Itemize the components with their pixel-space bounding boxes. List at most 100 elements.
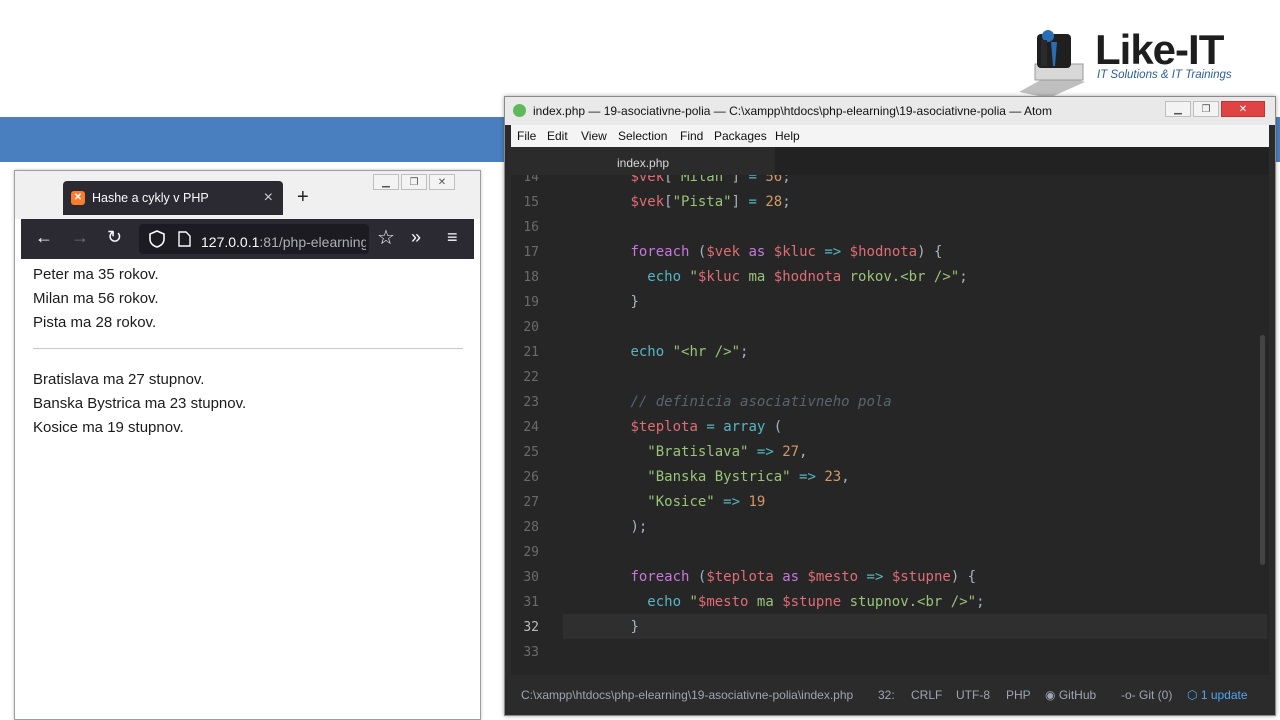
atom-editor-window: index.php — 19-asociativne-polia — C:\xa… (504, 96, 1276, 716)
restore-icon[interactable]: ❐ (1193, 101, 1219, 117)
line-number: 15 (523, 195, 539, 210)
package-icon: ⬡ (1187, 688, 1198, 702)
code-line: echo "<hr />"; (630, 344, 749, 360)
atom-window-controls: ▁ ❐ ✕ (1165, 101, 1265, 117)
code-line: foreach ($vek as $kluc => $hodnota) { (630, 244, 943, 260)
line-number: 28 (523, 520, 539, 535)
url-host: 127.0.0.1 (201, 234, 260, 250)
status-file-path[interactable]: C:\xampp\htdocs\php-elearning\19-asociat… (521, 688, 853, 702)
line-number: 14 (523, 175, 539, 185)
output-line: Milan ma 56 rokov. (33, 290, 159, 307)
line-number: 20 (523, 320, 539, 335)
menu-selection[interactable]: Selection (618, 129, 667, 143)
line-number: 31 (523, 595, 539, 610)
editor-scrollbar[interactable] (1260, 335, 1265, 565)
output-line: Pista ma 28 rokov. (33, 314, 157, 331)
status-git[interactable]: -o- Git (0) (1121, 688, 1172, 702)
code-line: "Banska Bystrica" => 23, (647, 469, 850, 485)
code-line: echo "$mesto ma $stupne stupnov.<br />"; (647, 594, 985, 610)
menu-help[interactable]: Help (775, 129, 800, 143)
menu-view[interactable]: View (581, 129, 607, 143)
code-line: } (630, 619, 639, 635)
logo-subtitle: IT Solutions & IT Trainings (1097, 69, 1232, 81)
status-github-label: GitHub (1058, 688, 1097, 702)
reload-icon[interactable]: ↻ (107, 227, 122, 248)
xampp-favicon-icon: ✕ (71, 191, 85, 205)
new-tab-button[interactable]: + (297, 186, 309, 209)
shield-icon[interactable] (149, 230, 165, 248)
line-number: 19 (523, 295, 539, 310)
hamburger-menu-icon[interactable]: ≡ (447, 227, 458, 248)
line-number: 26 (523, 470, 539, 485)
back-arrow-icon[interactable]: ← (35, 227, 53, 248)
atom-status-bar: C:\xampp\htdocs\php-elearning\19-asociat… (511, 680, 1269, 708)
code-line: "Kosice" => 19 (647, 494, 766, 510)
github-icon: ◉ (1045, 688, 1056, 702)
logo-figure-icon (1019, 30, 1085, 98)
status-update[interactable]: ⬡ 1 update (1187, 688, 1248, 702)
line-number: 30 (523, 570, 539, 585)
code-line: $vek["Milan"] = 56; (630, 175, 791, 185)
atom-window-title: index.php — 19-asociativne-polia — C:\xa… (533, 104, 1052, 118)
menu-packages[interactable]: Packages (714, 129, 767, 143)
url-bar[interactable]: 127.0.0.1:81/php-elearning (139, 224, 369, 254)
line-number-gutter: 14 15 16 17 18 19 20 21 22 23 24 25 26 2… (511, 175, 549, 675)
browser-window-controls: ▁ ❐ ✕ (373, 174, 455, 190)
current-line-highlight (563, 614, 1267, 639)
close-window-icon[interactable]: ✕ (1221, 101, 1265, 117)
code-line: $teplota = array ( (630, 419, 783, 435)
logo-title: Like-IT (1095, 26, 1224, 73)
url-path: :81/php-elearning (259, 234, 366, 250)
code-editor[interactable]: 14 15 16 17 18 19 20 21 22 23 24 25 26 2… (511, 175, 1269, 675)
menu-edit[interactable]: Edit (547, 129, 568, 143)
atom-tabbar: index.php (511, 147, 1269, 175)
tab-close-icon[interactable]: × (264, 189, 273, 207)
minimize-icon[interactable]: ▁ (373, 174, 399, 190)
code-line: foreach ($teplota as $mesto => $stupne) … (630, 569, 977, 585)
status-github[interactable]: ◉ GitHub (1045, 688, 1096, 702)
minimize-icon[interactable]: ▁ (1165, 101, 1191, 117)
restore-icon[interactable]: ❐ (401, 174, 427, 190)
code-line: "Bratislava" => 27, (647, 444, 808, 460)
url-text[interactable]: 127.0.0.1:81/php-elearning (201, 234, 366, 250)
code-line: // definicia asociativneho pola (630, 394, 892, 410)
line-number: 23 (523, 395, 539, 410)
status-encoding[interactable]: UTF-8 (956, 688, 990, 702)
line-number: 24 (523, 420, 539, 435)
output-line: Kosice ma 19 stupnov. (33, 419, 184, 436)
browser-titlebar: ✕ Hashe a cykly v PHP × + ▁ ❐ ✕ (15, 171, 480, 219)
like-it-logo: Like-IT IT Solutions & IT Trainings (1015, 26, 1255, 98)
menu-file[interactable]: File (517, 129, 536, 143)
browser-tab[interactable]: ✕ Hashe a cykly v PHP × (63, 181, 283, 215)
code-line: $vek["Pista"] = 28; (630, 194, 791, 210)
tab-label: index.php (617, 156, 670, 170)
page-icon (178, 231, 191, 247)
line-number: 33 (523, 645, 539, 660)
tab-index-php[interactable]: index.php (511, 147, 775, 175)
line-number: 22 (523, 370, 539, 385)
atom-titlebar: index.php — 19-asociativne-polia — C:\xa… (505, 97, 1275, 125)
browser-window: ✕ Hashe a cykly v PHP × + ▁ ❐ ✕ ← → ↻ 12… (14, 170, 481, 720)
status-grammar[interactable]: PHP (1006, 688, 1031, 702)
atom-menubar: File Edit View Selection Find Packages H… (511, 125, 1269, 147)
overflow-chevron-icon[interactable]: » (411, 227, 421, 248)
status-update-label: 1 update (1200, 688, 1248, 702)
forward-arrow-icon[interactable]: → (71, 227, 89, 248)
line-number: 27 (523, 495, 539, 510)
line-number: 29 (523, 545, 539, 560)
browser-page-content: Peter ma 35 rokov. Milan ma 56 rokov. Pi… (15, 261, 480, 719)
code-line: } (630, 294, 639, 310)
menu-find[interactable]: Find (680, 129, 703, 143)
status-cursor-position[interactable]: 32: (878, 688, 895, 702)
close-window-icon[interactable]: ✕ (429, 174, 455, 190)
browser-tab-title: Hashe a cykly v PHP (92, 191, 209, 205)
code-line: echo "$kluc ma $hodnota rokov.<br />"; (647, 269, 968, 285)
line-number: 16 (523, 220, 539, 235)
bookmark-star-icon[interactable]: ☆ (377, 225, 395, 250)
line-number: 25 (523, 445, 539, 460)
line-number: 21 (523, 345, 539, 360)
status-line-ending[interactable]: CRLF (911, 688, 942, 702)
output-line: Banska Bystrica ma 23 stupnov. (33, 395, 247, 412)
line-number: 17 (523, 245, 539, 260)
code-line: ); (630, 519, 648, 535)
